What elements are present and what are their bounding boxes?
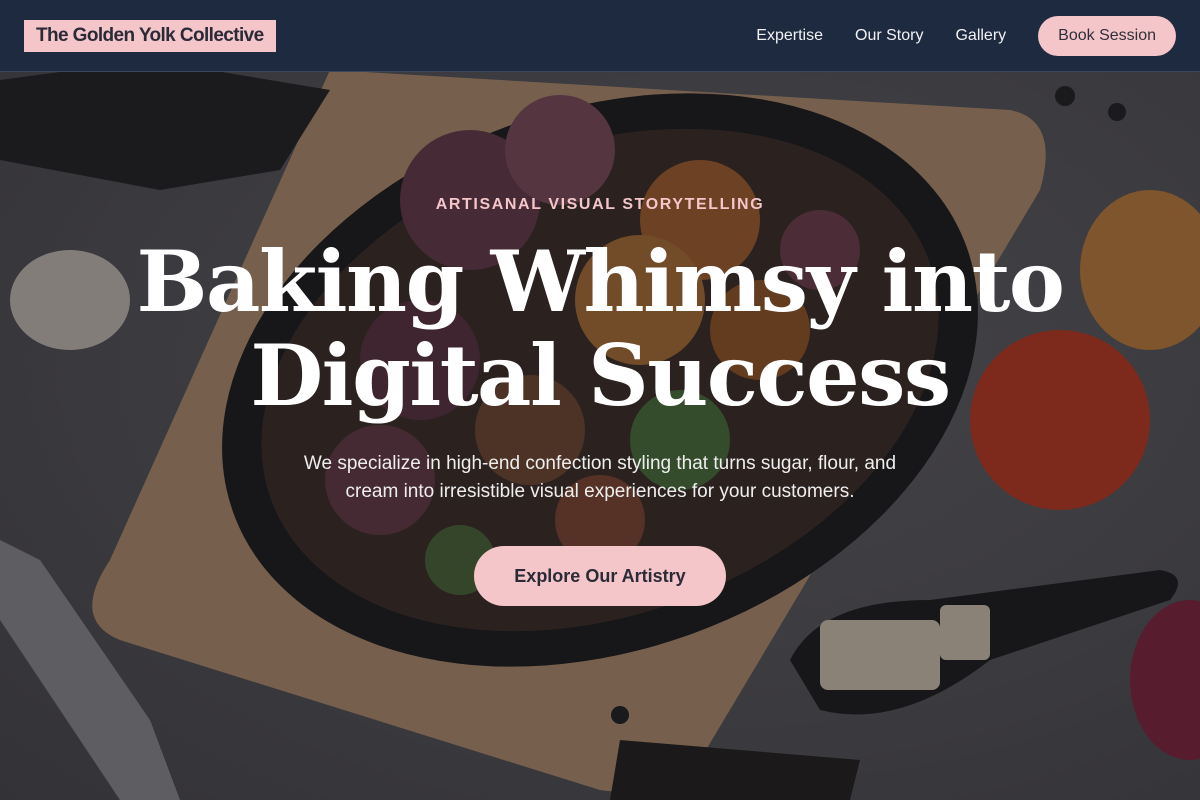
hero-subtext-line-2: cream into irresistible visual experienc… <box>345 481 855 502</box>
hero-section: Artisanal Visual Storytelling Baking Whi… <box>0 72 1200 800</box>
nav-links: Expertise Our Story Gallery Book Session <box>756 15 1176 56</box>
hero-headline: Baking Whimsy into Digital Success <box>0 235 1200 423</box>
nav-link-expertise[interactable]: Expertise <box>756 27 823 45</box>
top-navbar: The Golden Yolk Collective Expertise Our… <box>0 0 1200 72</box>
book-session-button[interactable]: Book Session <box>1038 15 1176 56</box>
hero-headline-line-1: Baking Whimsy into <box>136 232 1065 331</box>
nav-link-our-story[interactable]: Our Story <box>855 27 923 45</box>
hero-subtext: We specialize in high-end confection sty… <box>260 450 940 506</box>
explore-artistry-button[interactable]: Explore Our Artistry <box>474 546 726 606</box>
hero-eyebrow: Artisanal Visual Storytelling <box>435 196 765 213</box>
brand-logo[interactable]: The Golden Yolk Collective <box>24 19 276 52</box>
hero-headline-line-2: Digital Success <box>250 326 951 425</box>
hero-subtext-line-1: We specialize in high-end confection sty… <box>303 453 897 474</box>
nav-link-gallery[interactable]: Gallery <box>955 27 1006 45</box>
